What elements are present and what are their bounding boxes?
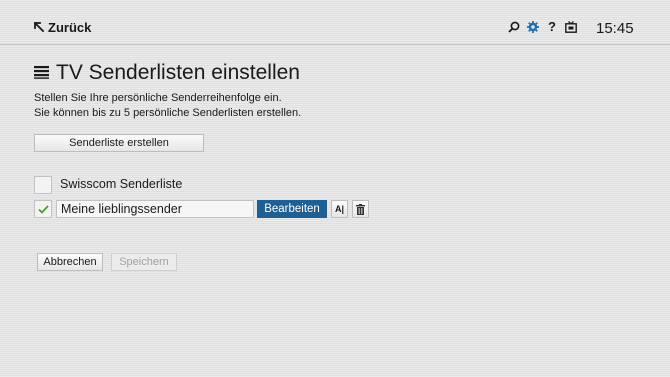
- list-icon: [34, 61, 49, 85]
- page-description: Stellen Sie Ihre persönliche Senderreihe…: [34, 91, 301, 121]
- page-title: TV Senderlisten einstellen: [34, 61, 300, 85]
- search-icon[interactable]: [508, 20, 520, 34]
- back-arrow-icon: [34, 22, 45, 33]
- description-line-2: Sie können bis zu 5 persönliche Senderli…: [34, 107, 302, 119]
- delete-button[interactable]: [352, 200, 369, 218]
- cancel-button[interactable]: Abbrechen: [37, 253, 103, 271]
- save-button[interactable]: Speichern: [111, 253, 177, 271]
- rename-icon: A|: [334, 204, 345, 214]
- description-line-1: Stellen Sie Ihre persönliche Senderreihe…: [34, 92, 282, 104]
- rename-button[interactable]: A|: [331, 200, 348, 218]
- tv-icon[interactable]: [565, 20, 577, 34]
- checkmark-icon: [38, 205, 49, 214]
- settings-gear-icon[interactable]: [527, 20, 539, 34]
- clock: 15:45: [596, 20, 634, 37]
- back-button[interactable]: Zurück: [34, 20, 91, 35]
- page-title-text: TV Senderlisten einstellen: [56, 61, 300, 84]
- trash-icon: [356, 203, 365, 215]
- header-icons: ?: [508, 20, 577, 34]
- create-list-button[interactable]: Senderliste erstellen: [34, 134, 204, 152]
- edit-button[interactable]: Bearbeiten: [257, 200, 327, 218]
- back-label: Zurück: [48, 20, 92, 35]
- swisscom-list-checkbox[interactable]: [34, 176, 52, 194]
- list-name-field[interactable]: [56, 200, 254, 218]
- help-icon[interactable]: ?: [546, 20, 558, 34]
- swisscom-list-label: Swisscom Senderliste: [60, 177, 183, 191]
- favorites-list-checkbox[interactable]: [34, 200, 52, 218]
- top-bar: Zurück ? 15:45: [0, 0, 670, 45]
